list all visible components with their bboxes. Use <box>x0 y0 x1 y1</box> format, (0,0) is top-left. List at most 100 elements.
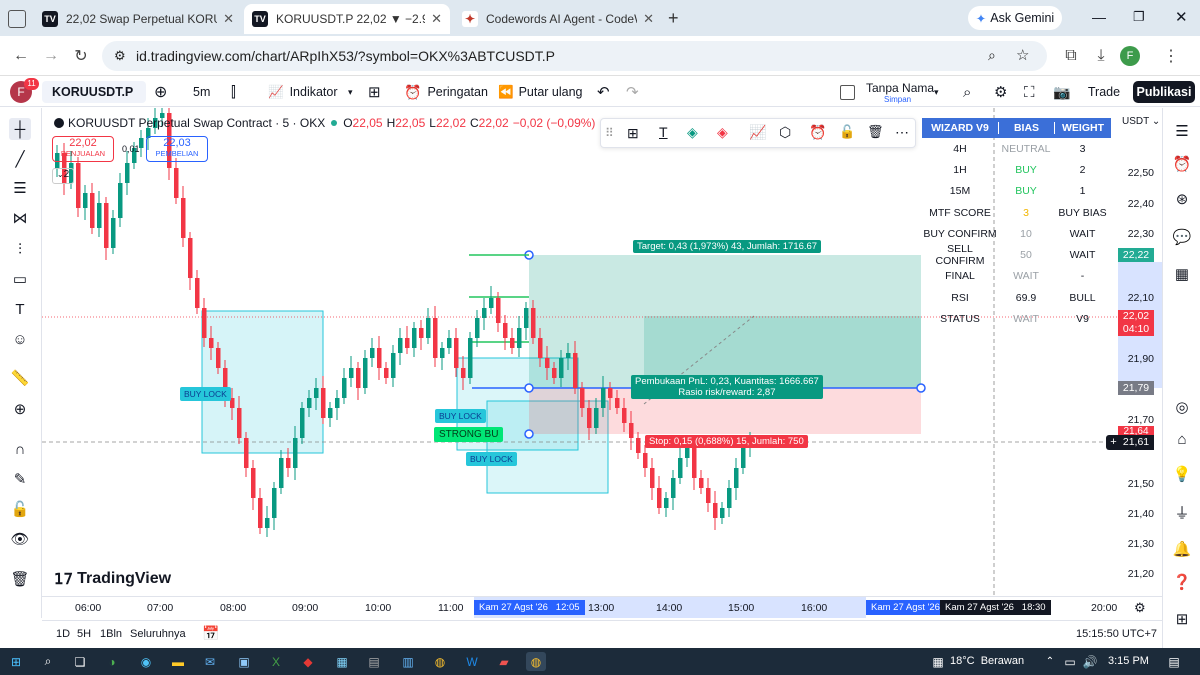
task-view-icon[interactable]: ❏ <box>70 652 90 671</box>
app-icon[interactable]: ▤ <box>364 652 384 671</box>
url-input[interactable]: ⚙ id.tradingview.com/chart/ARpIhX53/?sym… <box>102 41 1047 71</box>
line-color-icon[interactable]: ◈ <box>717 124 728 141</box>
templates-icon[interactable]: ⊞ <box>627 125 639 142</box>
publish-button[interactable]: Publikasi <box>1133 81 1195 103</box>
tab-search-icon[interactable] <box>8 10 26 28</box>
close-window-button[interactable]: ✕ <box>1175 8 1188 26</box>
hotlist-icon[interactable]: ◎ <box>1171 396 1193 418</box>
interval-button[interactable]: 5m <box>193 81 210 103</box>
search-icon[interactable]: ⌕ <box>963 81 971 103</box>
close-icon[interactable]: ✕ <box>431 11 442 27</box>
minimize-button[interactable]: — <box>1092 9 1106 25</box>
lock-icon[interactable]: 🔓 <box>9 498 31 520</box>
download-icon[interactable]: ⤓ <box>1090 45 1112 67</box>
fill-color-icon[interactable]: ◈ <box>687 124 698 141</box>
layout-checkbox[interactable] <box>840 85 855 100</box>
volume-icon[interactable]: 🔊 <box>1080 652 1100 671</box>
acrobat-icon[interactable]: ◆ <box>298 652 318 671</box>
zoom-in-icon[interactable]: ⊕ <box>9 398 31 420</box>
add-alert-icon[interactable]: ⏰ <box>809 124 826 141</box>
network-icon[interactable]: ▭ <box>1060 652 1080 671</box>
browser-tab-2[interactable]: TV KORUUSDT.P 22,02 ▼ −2.91% T ✕ <box>244 4 450 34</box>
indicators-button[interactable]: 📈 Indikator <box>268 81 338 103</box>
bell-icon[interactable]: 🔔 <box>1171 538 1193 560</box>
drag-handle-icon[interactable]: ⠿ <box>605 126 614 140</box>
word-icon[interactable]: W <box>462 652 482 671</box>
settings-icon[interactable]: 📈 <box>749 124 766 141</box>
layout-name[interactable]: Tanpa Nama <box>866 81 934 95</box>
undo-icon[interactable]: ↶ <box>597 81 610 103</box>
shapes-icon[interactable]: ▭ <box>9 268 31 290</box>
weather-text[interactable]: 18°C Berawan <box>950 655 1024 667</box>
utc-clock[interactable]: 15:15:50 UTC+7 <box>1076 628 1157 640</box>
pencil-lock-icon[interactable]: ✎ <box>9 468 31 490</box>
broadcast-icon[interactable]: ⏚ <box>1171 501 1193 523</box>
windows-start-icon[interactable]: ⊞ <box>6 652 26 671</box>
magnet-icon[interactable]: ∩ <box>9 438 31 460</box>
ruler-icon[interactable]: 📏 <box>9 367 31 389</box>
pattern-icon[interactable]: ⋈ <box>9 207 31 229</box>
buy-button[interactable]: 22,03 PEMBELIAN <box>146 136 208 162</box>
zoom-icon[interactable]: ⌕ <box>988 47 996 64</box>
chrome-icon[interactable]: ◍ <box>430 652 450 671</box>
trash-icon[interactable]: 🗑 <box>9 568 31 590</box>
compare-icon[interactable]: ⊕ <box>154 81 167 103</box>
calendar-icon[interactable]: ▦ <box>1171 263 1193 285</box>
object-tree-icon[interactable]: ⊛ <box>1171 188 1193 210</box>
time-axis[interactable]: Kam 27 Agst '26 12:05 Kam 27 Agst '26 Ka… <box>42 596 1162 618</box>
search-icon[interactable]: ⌕ <box>38 652 58 671</box>
crosshair-icon[interactable]: ┼ <box>9 118 31 140</box>
notification-icon[interactable]: ▤ <box>1164 652 1184 671</box>
currency-selector[interactable]: USDT ⌄ <box>1122 116 1160 127</box>
reload-icon[interactable]: ↻ <box>70 45 92 67</box>
price-axis[interactable]: USDT ⌄ 22,22 22,02 04:10 21,79 21,64 21,… <box>1106 108 1162 596</box>
replay-button[interactable]: ⏪ Putar ulang <box>498 81 583 103</box>
chat-icon[interactable]: 💬 <box>1171 226 1193 248</box>
browser-tab-1[interactable]: TV 22,02 Swap Perpetual KORU USDT ✕ <box>34 4 242 34</box>
file-explorer-icon[interactable]: ▬ <box>168 652 188 671</box>
more-icon[interactable]: ⋯ <box>895 124 909 141</box>
bulb-icon[interactable]: 💡 <box>1171 463 1193 485</box>
trendline-icon[interactable]: ╱ <box>9 148 31 170</box>
tray-chevron-icon[interactable]: ⌃ <box>1040 652 1060 671</box>
emoji-icon[interactable]: ☺ <box>9 328 31 350</box>
profile-avatar[interactable]: F <box>1120 46 1140 66</box>
axis-settings-icon[interactable]: ⚙ <box>1134 600 1146 616</box>
system-clock[interactable]: 3:15 PM <box>1108 655 1149 667</box>
restore-button[interactable]: ❐ <box>1133 9 1145 25</box>
date-range-icon[interactable]: 📅 <box>202 625 219 642</box>
bookmark-star-icon[interactable]: ☆ <box>1016 46 1029 64</box>
back-icon[interactable]: ← <box>10 45 32 67</box>
edge-icon[interactable]: ◉ <box>136 652 156 671</box>
app-icon[interactable]: ▦ <box>332 652 352 671</box>
templates-icon[interactable]: ⊞ <box>368 81 381 103</box>
browser-tab-3[interactable]: ✦ Codewords AI Agent - CodeWo ✕ <box>454 4 662 34</box>
dropdown-icon[interactable]: ▾ <box>348 81 353 103</box>
alerts-icon[interactable]: ⏰ <box>1171 153 1193 175</box>
range-1bln-button[interactable]: 1Bln <box>100 628 122 640</box>
settings-icon[interactable]: ⚙ <box>994 81 1007 103</box>
store-icon[interactable]: ▣ <box>234 652 254 671</box>
ask-gemini-button[interactable]: ✦ Ask Gemini <box>968 6 1062 30</box>
layout-dropdown-icon[interactable]: ▾ <box>934 81 939 103</box>
prediction-icon[interactable]: ⫶ <box>9 238 31 260</box>
redo-icon[interactable]: ↷ <box>626 81 639 103</box>
camera-icon[interactable]: 📷 <box>1053 81 1070 103</box>
close-icon[interactable]: ✕ <box>223 11 234 27</box>
alerts-button[interactable]: ⏰ Peringatan <box>404 81 488 103</box>
text-icon[interactable]: T <box>9 298 31 320</box>
trash-icon[interactable]: 🗑 <box>867 124 884 140</box>
menu-icon[interactable]: ⋮ <box>1160 45 1182 67</box>
lots-toggle[interactable]: ⌄2 <box>52 168 74 184</box>
eye-icon[interactable]: 👁 <box>9 528 31 550</box>
extensions-icon[interactable]: ⧉ <box>1060 45 1082 67</box>
range-1d-button[interactable]: 1D <box>56 628 70 640</box>
ideas-icon[interactable]: ⌂ <box>1171 428 1193 450</box>
new-tab-button[interactable]: + <box>668 8 679 29</box>
lock-icon[interactable]: 🔓 <box>839 124 855 140</box>
close-icon[interactable]: ✕ <box>643 11 654 27</box>
sell-button[interactable]: 22,02 PENJUALAN <box>52 136 114 162</box>
hexagon-settings-icon[interactable]: ⬡ <box>779 124 791 141</box>
symbol-search[interactable]: KORUUSDT.P <box>42 81 146 103</box>
candle-type-icon[interactable]: ⫿ <box>231 81 236 103</box>
